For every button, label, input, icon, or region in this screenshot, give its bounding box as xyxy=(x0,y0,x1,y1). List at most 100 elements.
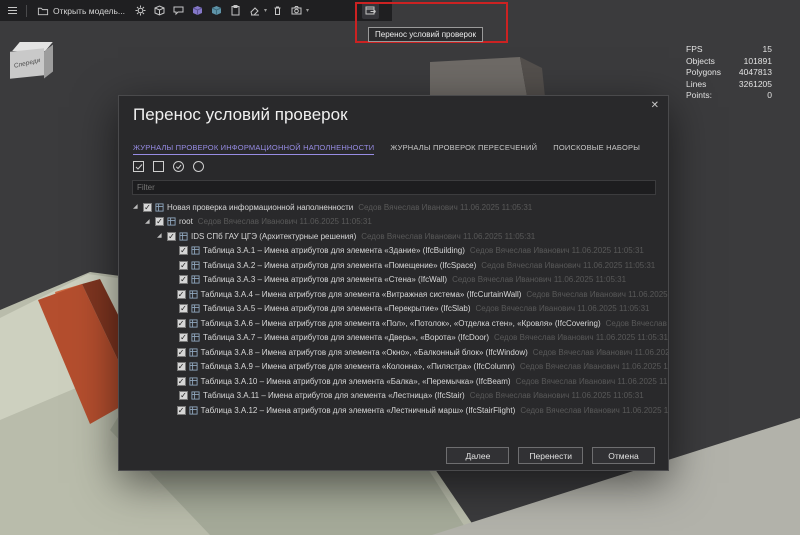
tree-row[interactable]: ◢ Таблица 3.А.10 – Имена атрибутов для э… xyxy=(120,374,668,389)
node-icon xyxy=(189,406,198,415)
node-icon xyxy=(189,377,198,386)
expander-icon[interactable]: ◢ xyxy=(157,233,164,239)
tree-row-label: IDS СПб ГАУ ЦГЭ (Архитектурные решения) xyxy=(191,232,356,241)
open-model-label: Открыть модель... xyxy=(53,6,125,16)
stat-label: FPS xyxy=(686,44,703,56)
uncheck-circle-icon[interactable] xyxy=(191,159,206,174)
tree-row[interactable]: ◢ IDS СПб ГАУ ЦГЭ (Архитектурные решения… xyxy=(120,229,668,244)
tree-row-label: Таблица 3.А.12 – Имена атрибутов для эле… xyxy=(201,406,516,415)
checkbox[interactable] xyxy=(177,377,186,386)
view-cube[interactable]: Спереди xyxy=(10,40,58,88)
tree-row[interactable]: ◢ Таблица 3.А.8 – Имена атрибутов для эл… xyxy=(120,345,668,360)
expander-icon[interactable]: ◢ xyxy=(133,204,140,210)
tree-row[interactable]: ◢ Таблица 3.А.5 – Имена атрибутов для эл… xyxy=(120,302,668,317)
checkbox[interactable] xyxy=(179,246,188,255)
view-cube-side-face[interactable] xyxy=(44,44,53,78)
tree-row[interactable]: ◢ Таблица 3.А.11 – Имена атрибутов для э… xyxy=(120,389,668,404)
stat-row: Polygons 4047813 xyxy=(686,67,772,79)
tree-row-meta: Седов Вячеслав Иванович 11.06.2025 11:05… xyxy=(533,348,668,357)
node-icon xyxy=(191,246,200,255)
node-icon xyxy=(191,304,200,313)
stat-label: Points: xyxy=(686,90,712,102)
tree-row[interactable]: ◢ Таблица 3.А.3 – Имена атрибутов для эл… xyxy=(120,273,668,288)
tree-row-meta: Седов Вячеслав Иванович 11.06.2025 11:05… xyxy=(606,319,668,328)
checkbox[interactable] xyxy=(177,290,186,299)
camera-icon[interactable] xyxy=(288,2,305,19)
tree-row-meta: Седов Вячеслав Иванович 11.06.2025 11:05… xyxy=(520,362,668,371)
cube-purple-icon[interactable] xyxy=(189,2,206,19)
tree-row[interactable]: ◢ root Седов Вячеслав Иванович 11.06.202… xyxy=(120,215,668,230)
stat-row: Objects 101891 xyxy=(686,56,772,68)
cube-teal-icon[interactable] xyxy=(208,2,225,19)
tree-row-meta: Седов Вячеслав Иванович 11.06.2025 11:05… xyxy=(361,232,535,241)
checkbox[interactable] xyxy=(167,232,176,241)
stat-row: FPS 15 xyxy=(686,44,772,56)
tree-row-label: Таблица 3.А.4 – Имена атрибутов для элем… xyxy=(201,290,522,299)
open-model-button[interactable]: Открыть модель... xyxy=(32,2,130,19)
tree-row[interactable]: ◢ Таблица 3.А.6 – Имена атрибутов для эл… xyxy=(120,316,668,331)
node-icon xyxy=(189,362,198,371)
tree-row-meta: Седов Вячеслав Иванович 11.06.2025 11:05… xyxy=(358,203,532,212)
next-button[interactable]: Далее xyxy=(446,447,509,464)
tree-row[interactable]: ◢ Таблица 3.А.1 – Имена атрибутов для эл… xyxy=(120,244,668,259)
main-toolbar: Открыть модель... ▾ ▾ xyxy=(0,0,392,21)
menu-icon[interactable] xyxy=(4,2,21,19)
eraser-icon[interactable] xyxy=(246,2,263,19)
stat-value: 3261205 xyxy=(739,79,772,91)
view-cube-front-label: Спереди xyxy=(13,57,40,70)
tree-row[interactable]: ◢ Новая проверка информационной наполнен… xyxy=(120,200,668,215)
check-all-icon[interactable] xyxy=(131,159,146,174)
checkbox[interactable] xyxy=(179,261,188,270)
tree-row-meta: Седов Вячеслав Иванович 11.06.2025 11:05… xyxy=(476,304,650,313)
camera-dropdown-icon[interactable]: ▾ xyxy=(306,7,309,14)
close-icon[interactable]: ✕ xyxy=(651,100,659,111)
checkbox[interactable] xyxy=(179,275,188,284)
checkbox[interactable] xyxy=(143,203,152,212)
tab-2[interactable]: ПОИСКОВЫЕ НАБОРЫ xyxy=(553,143,640,155)
tree-row[interactable]: ◢ Таблица 3.А.12 – Имена атрибутов для э… xyxy=(120,403,668,418)
stat-label: Objects xyxy=(686,56,715,68)
comments-icon[interactable] xyxy=(170,2,187,19)
transfer-button[interactable]: Перенести xyxy=(518,447,583,464)
selection-toolbar xyxy=(131,159,206,174)
gear-icon[interactable] xyxy=(132,2,149,19)
tab-1[interactable]: ЖУРНАЛЫ ПРОВЕРОК ПЕРЕСЕЧЕНИЙ xyxy=(390,143,537,155)
eraser-dropdown-icon[interactable]: ▾ xyxy=(264,7,267,14)
uncheck-all-icon[interactable] xyxy=(151,159,166,174)
tree-row-label: Таблица 3.А.11 – Имена атрибутов для эле… xyxy=(203,391,465,400)
tree-row[interactable]: ◢ Таблица 3.А.9 – Имена атрибутов для эл… xyxy=(120,360,668,375)
trash-icon[interactable] xyxy=(269,2,286,19)
stat-value: 101891 xyxy=(744,56,772,68)
tree-row[interactable]: ◢ Таблица 3.А.7 – Имена атрибутов для эл… xyxy=(120,331,668,346)
package-icon[interactable] xyxy=(151,2,168,19)
clipboard-icon[interactable] xyxy=(227,2,244,19)
filter-input[interactable] xyxy=(132,180,656,195)
tree-row[interactable]: ◢ Таблица 3.А.2 – Имена атрибутов для эл… xyxy=(120,258,668,273)
tree-row-label: Новая проверка информационной наполненно… xyxy=(167,203,353,212)
cancel-button[interactable]: Отмена xyxy=(592,447,655,464)
checkbox[interactable] xyxy=(177,348,186,357)
checkbox[interactable] xyxy=(177,406,186,415)
expander-icon[interactable]: ◢ xyxy=(145,219,152,225)
checkbox[interactable] xyxy=(155,217,164,226)
node-icon xyxy=(155,203,164,212)
checkbox[interactable] xyxy=(177,319,186,328)
tree-row[interactable]: ◢ Таблица 3.А.4 – Имена атрибутов для эл… xyxy=(120,287,668,302)
transfer-checks-icon[interactable] xyxy=(362,2,379,19)
checkbox[interactable] xyxy=(179,304,188,313)
tree-row-label: Таблица 3.А.6 – Имена атрибутов для элем… xyxy=(201,319,601,328)
view-cube-front-face[interactable]: Спереди xyxy=(10,48,44,79)
checkbox[interactable] xyxy=(179,391,188,400)
checkbox[interactable] xyxy=(179,333,188,342)
tree: ◢ Новая проверка информационной наполнен… xyxy=(120,200,668,444)
check-circle-icon[interactable] xyxy=(171,159,186,174)
tree-row-label: root xyxy=(179,217,193,226)
tab-0[interactable]: ЖУРНАЛЫ ПРОВЕРОК ИНФОРМАЦИОННОЙ НАПОЛНЕН… xyxy=(133,143,374,155)
node-icon xyxy=(189,319,198,328)
tree-row-label: Таблица 3.А.8 – Имена атрибутов для элем… xyxy=(201,348,528,357)
dialog-title: Перенос условий проверок xyxy=(133,105,348,125)
stats-panel: FPS 15 Objects 101891 Polygons 4047813 L… xyxy=(686,44,772,102)
node-icon xyxy=(179,232,188,241)
stat-row: Lines 3261205 xyxy=(686,79,772,91)
checkbox[interactable] xyxy=(177,362,186,371)
